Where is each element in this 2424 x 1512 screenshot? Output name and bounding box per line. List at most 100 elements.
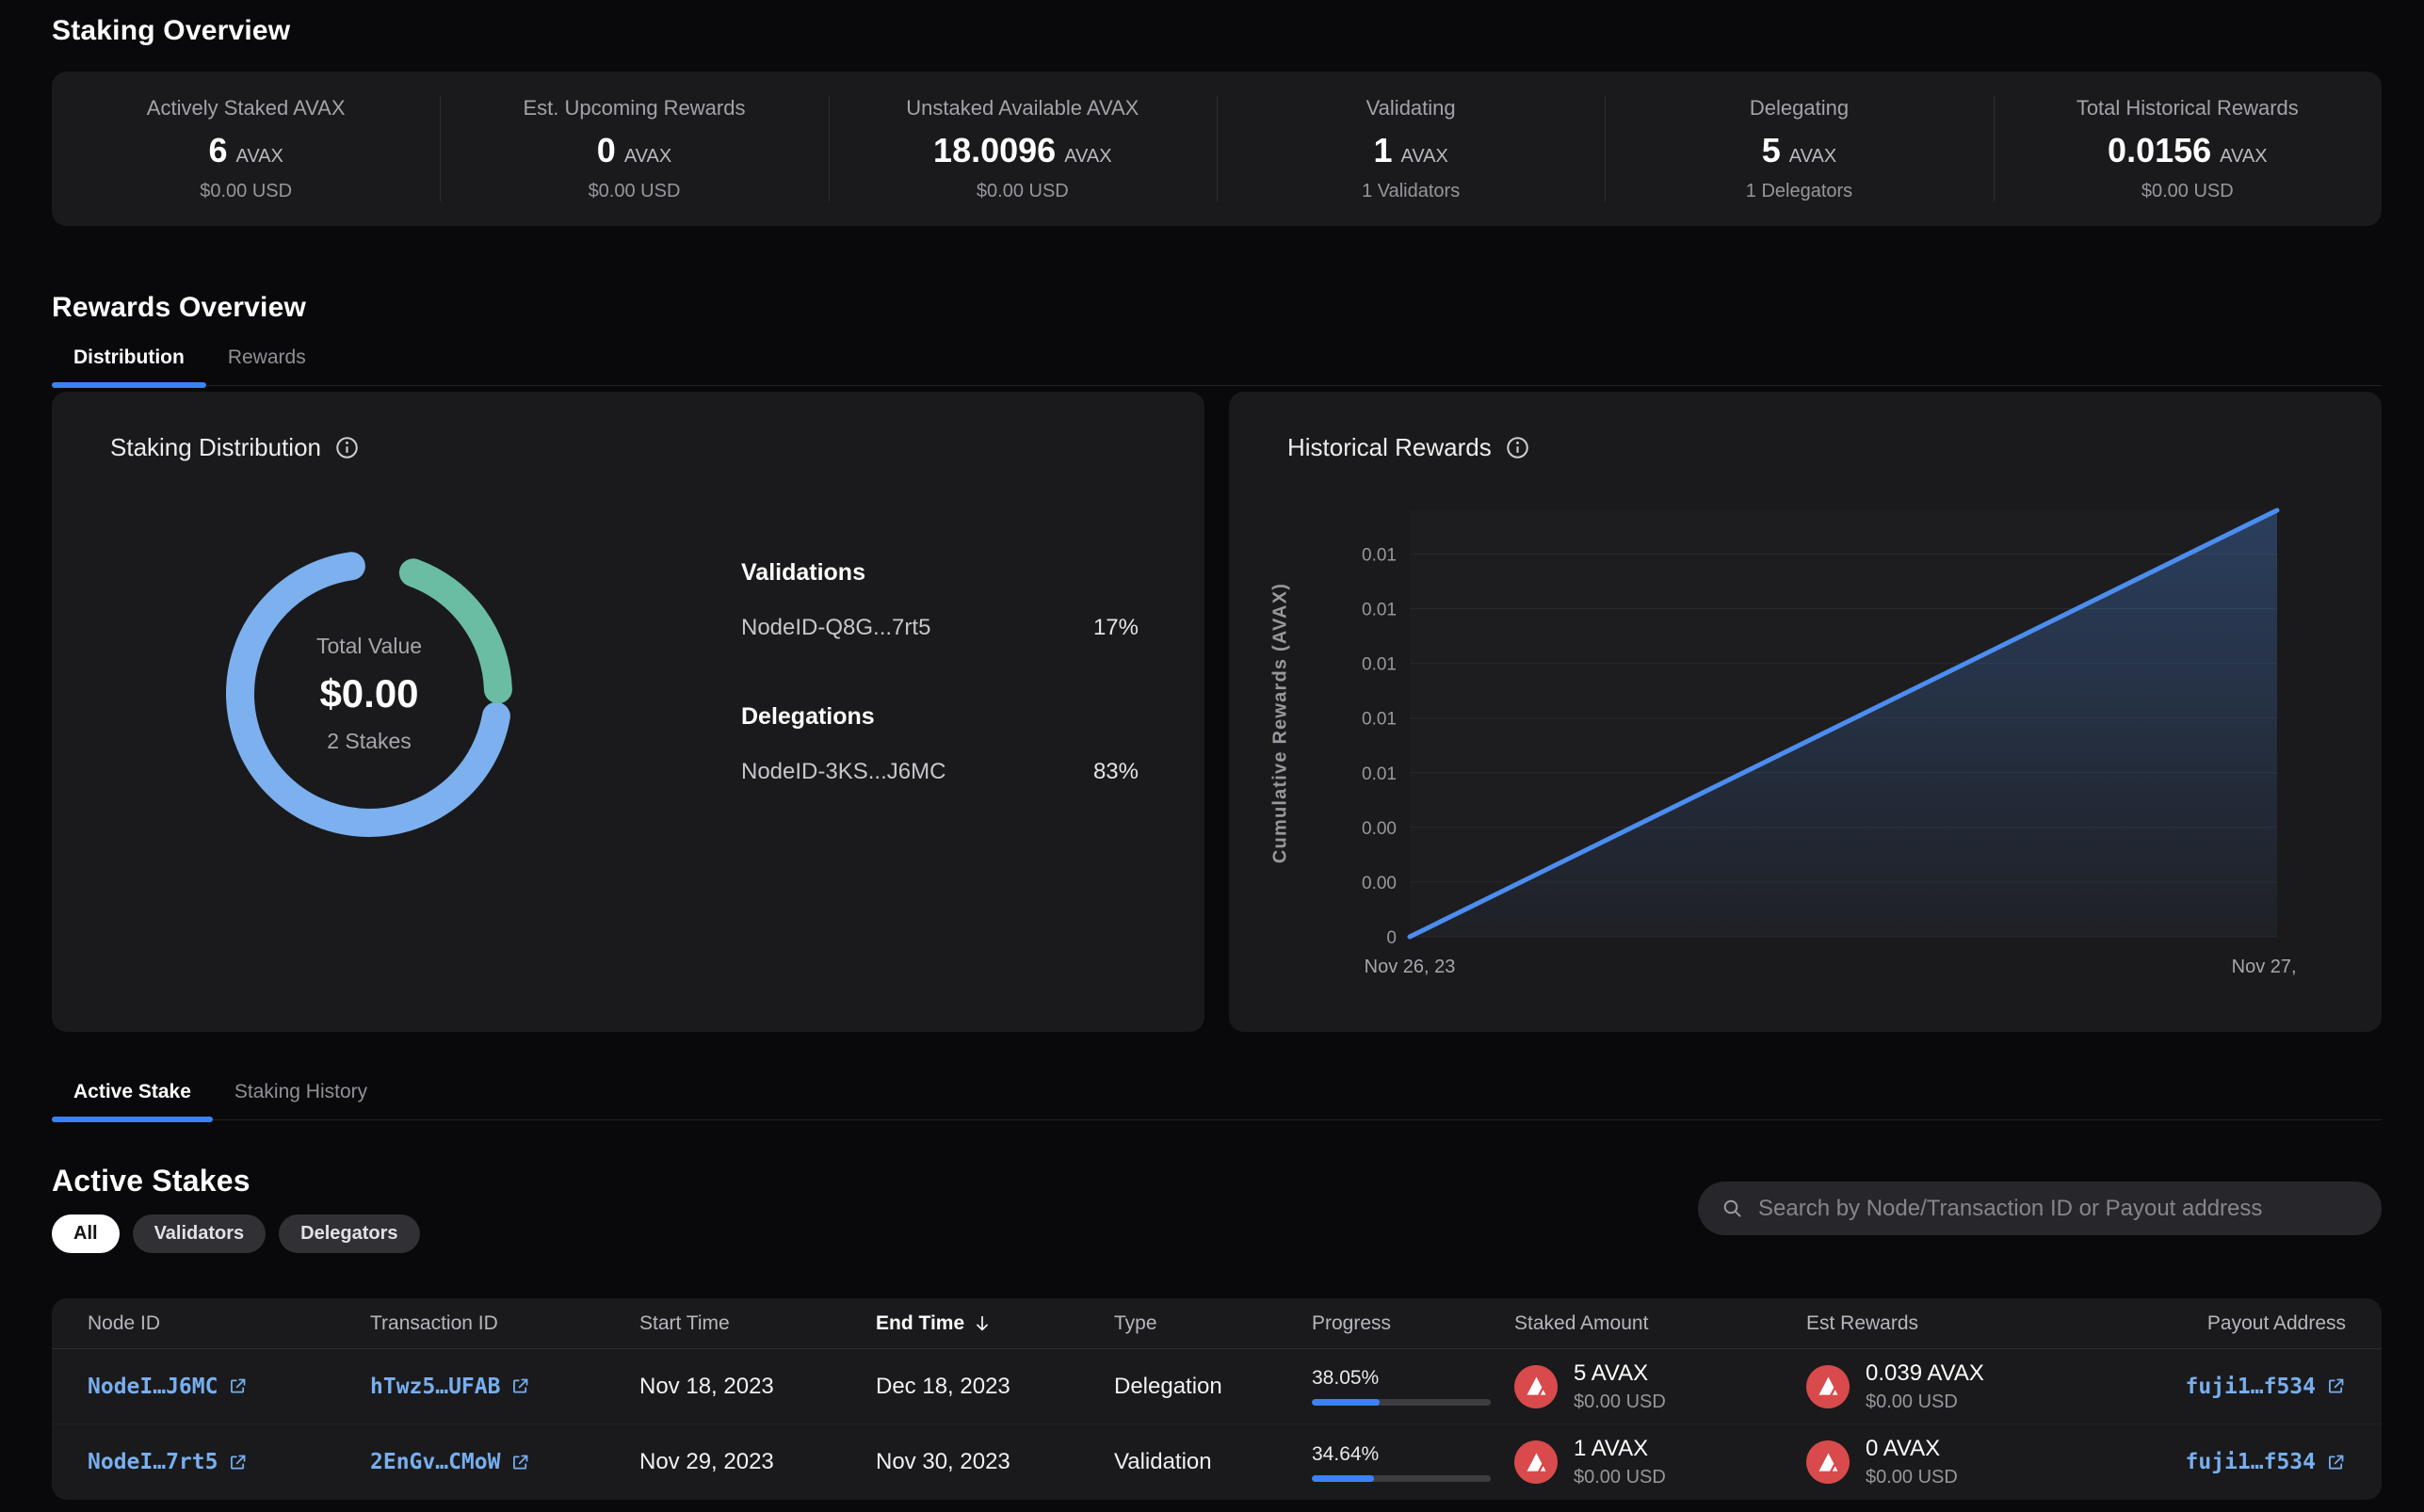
start-time-cell: Nov 29, 2023 [639,1449,876,1475]
stake-filters: All Validators Delegators [52,1214,420,1253]
external-link-icon [228,1376,248,1396]
delegations-heading: Delegations [741,703,1139,731]
search-input[interactable] [1758,1196,2358,1222]
svg-text:0.00: 0.00 [1362,874,1397,893]
tab-distribution[interactable]: Distribution [52,346,206,385]
rewards-amount: 0.039 AVAX [1866,1360,1984,1387]
col-staked-amount[interactable]: Staked Amount [1514,1312,1806,1335]
stat-sub: 1 Delegators [1746,181,1852,202]
historical-rewards-panel: Historical Rewards Cumulative Rewards (A… [1229,392,2382,1032]
tab-active-stake[interactable]: Active Stake [52,1081,213,1119]
stat-value: 1 [1373,131,1392,170]
delegation-pct: 83% [1093,759,1139,785]
col-end-time-label: End Time [876,1312,964,1335]
staked-amount: 1 AVAX [1574,1436,1666,1462]
tx-id-link[interactable]: hTwz5…UFAB [370,1375,530,1399]
sort-desc-icon [972,1313,993,1334]
tx-id-cell: 2EnGv…CMoW [370,1449,639,1475]
stat-label: Delegating [1750,96,1849,121]
svg-text:0.00: 0.00 [1362,819,1397,839]
stat-suffix: AVAX [2220,146,2267,168]
delegation-node-id: NodeID-3KS...J6MC [741,759,945,785]
delegation-item: NodeID-3KS...J6MC 83% [741,759,1139,785]
stat-suffix: AVAX [624,146,671,168]
payout-address-link[interactable]: fuji1…f534 [2186,1375,2346,1399]
node-id-link[interactable]: NodeI…7rt5 [88,1450,248,1474]
table-body: NodeI…J6MC hTwz5…UFAB Nov 18, 2023 Dec 1… [52,1349,2382,1500]
progress-percent: 34.64% [1312,1443,1514,1466]
svg-text:0.01: 0.01 [1362,601,1397,620]
donut-center-sub: 2 Stakes [327,729,412,754]
tx-id-link[interactable]: 2EnGv…CMoW [370,1450,530,1474]
col-node-id[interactable]: Node ID [88,1312,370,1335]
external-link-icon [510,1376,530,1396]
staking-overview-stats: Actively Staked AVAX 6AVAX $0.00 USD Est… [52,72,2382,226]
stat-suffix: AVAX [1064,146,1111,168]
filter-validators[interactable]: Validators [133,1214,267,1253]
info-icon[interactable] [1506,436,1529,459]
stat-sub: $0.00 USD [2141,181,2234,202]
page: Staking Overview Actively Staked AVAX 6A… [0,0,2424,1500]
tab-staking-history[interactable]: Staking History [213,1081,389,1119]
stat-value: 6 [208,131,227,170]
col-progress[interactable]: Progress [1312,1312,1514,1335]
stat-sub: $0.00 USD [977,181,1069,202]
donut-center-label: Total Value [316,634,422,659]
progress-bar [1312,1475,1491,1482]
active-stakes-table: Node ID Transaction ID Start Time End Ti… [52,1298,2382,1500]
est-rewards-cell: 0.039 AVAX $0.00 USD [1806,1360,2098,1413]
tab-rewards[interactable]: Rewards [206,346,328,385]
external-link-icon [2326,1453,2346,1472]
stat-value: 0 [597,131,616,170]
filter-all[interactable]: All [52,1214,120,1253]
stat-suffix: AVAX [1789,146,1836,168]
svg-text:0.01: 0.01 [1362,546,1397,566]
svg-text:Nov 26, 23: Nov 26, 23 [1365,957,1456,977]
stat-suffix: AVAX [235,146,283,168]
stat-label: Unstaked Available AVAX [906,96,1139,121]
stat-value: 5 [1762,131,1781,170]
stat-sub: 1 Validators [1362,181,1460,202]
stat-label: Est. Upcoming Rewards [524,96,746,121]
donut-center-value: $0.00 [319,671,418,716]
search-icon [1721,1198,1744,1220]
progress-percent: 38.05% [1312,1367,1514,1390]
filter-delegators[interactable]: Delegators [279,1214,419,1253]
stat-delegating: Delegating 5 AVAX 1 Delegators [1605,96,1993,202]
end-time-cell: Dec 18, 2023 [876,1374,1114,1400]
historical-rewards-title: Historical Rewards [1287,433,1492,462]
page-title: Staking Overview [52,15,2382,47]
stake-search[interactable] [1698,1182,2382,1235]
progress-cell: 34.64% [1312,1443,1514,1482]
col-type[interactable]: Type [1114,1312,1312,1335]
staked-amount-cell: 5 AVAX $0.00 USD [1514,1360,1806,1413]
validation-item: NodeID-Q8G...7rt5 17% [741,615,1139,641]
stat-label: Validating [1366,96,1456,121]
svg-text:0.01: 0.01 [1362,764,1397,784]
col-transaction-id[interactable]: Transaction ID [370,1312,639,1335]
stat-unstaked-available: Unstaked Available AVAX 18.0096 AVAX $0.0… [829,96,1217,202]
staking-distribution-donut: Total Value $0.00 2 Stakes [223,548,515,840]
stat-upcoming-rewards: Est. Upcoming Rewards 0AVAX $0.00 USD [440,96,828,202]
payout-address-link[interactable]: fuji1…f534 [2186,1450,2346,1474]
rewards-usd: $0.00 USD [1866,1391,1984,1413]
node-id-cell: NodeI…7rt5 [88,1449,370,1475]
rewards-amount: 0 AVAX [1866,1436,1958,1462]
avax-logo-icon [1514,1365,1558,1408]
external-link-icon [228,1453,248,1472]
stat-value: 0.0156 [2108,131,2211,170]
stat-value: 18.0096 [933,131,1056,170]
col-est-rewards[interactable]: Est Rewards [1806,1312,2098,1335]
col-end-time[interactable]: End Time [876,1312,1114,1335]
staked-amount-cell: 1 AVAX $0.00 USD [1514,1436,1806,1488]
start-time-cell: Nov 18, 2023 [639,1374,876,1400]
col-payout-address[interactable]: Payout Address [2098,1312,2346,1335]
avax-logo-icon [1514,1440,1558,1484]
avax-logo-icon [1806,1440,1850,1484]
svg-text:0.01: 0.01 [1362,655,1397,675]
distribution-list: Validations NodeID-Q8G...7rt5 17% Delega… [741,559,1139,847]
info-icon[interactable] [335,436,359,459]
stake-tabs: Active Stake Staking History [52,1081,2382,1120]
node-id-link[interactable]: NodeI…J6MC [88,1375,248,1399]
col-start-time[interactable]: Start Time [639,1312,876,1335]
